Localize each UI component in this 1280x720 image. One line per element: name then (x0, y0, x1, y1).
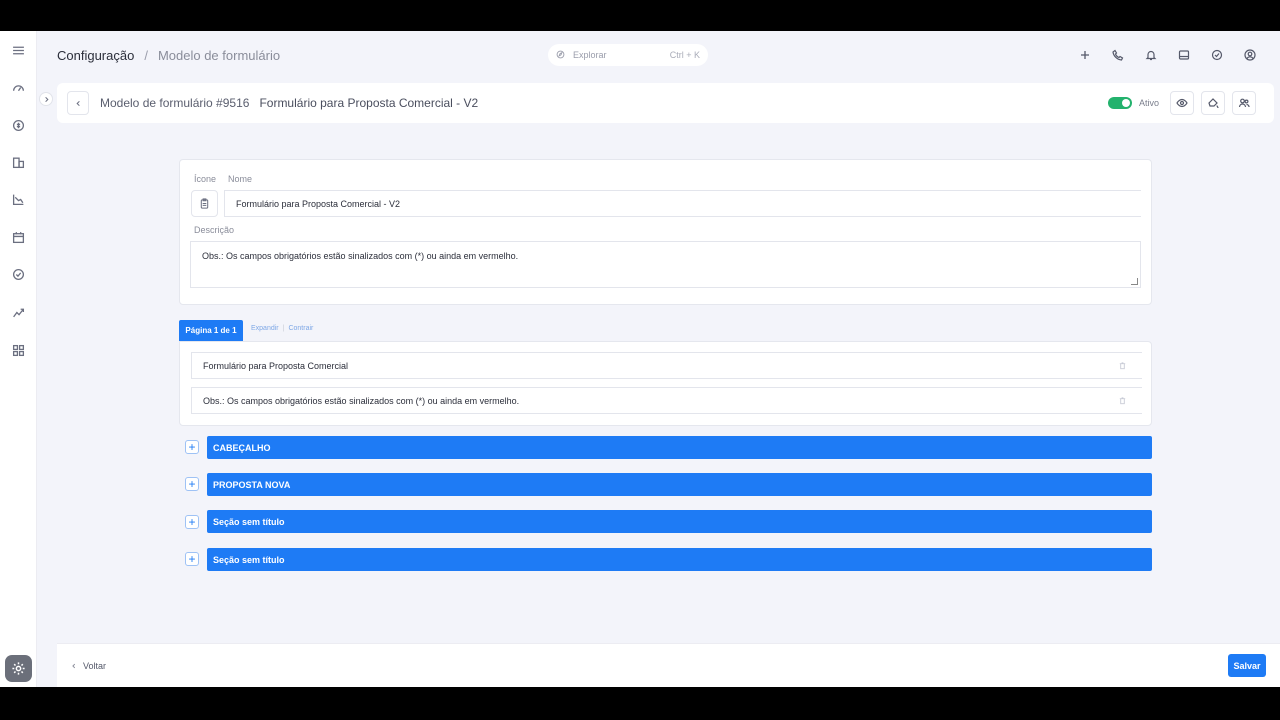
building-icon[interactable] (9, 153, 27, 171)
expand-link[interactable]: Expandir (251, 325, 279, 332)
chart-icon[interactable] (9, 190, 27, 208)
apps-icon[interactable] (9, 341, 27, 359)
form-name-title: Formulário para Proposta Comercial - V2 (259, 96, 479, 110)
form-header: Modelo de formulário #9516 Formulário pa… (57, 83, 1274, 123)
page-description-text: Obs.: Os campos obrigatórios estão sinal… (203, 395, 520, 406)
description-label: Descrição (194, 225, 235, 235)
expand-section-icon[interactable]: + (185, 552, 199, 566)
search-shortcut: Ctrl + K (669, 50, 700, 60)
menu-icon[interactable] (9, 41, 27, 59)
tab-page-1[interactable]: Página 1 de 1 (179, 320, 243, 341)
breadcrumb-root[interactable]: Configuração (57, 48, 134, 63)
section-bar[interactable]: Seção sem título (207, 510, 1152, 533)
header-back-button[interactable] (67, 91, 89, 115)
clipboard-icon (200, 198, 209, 209)
search-input[interactable]: Explorar Ctrl + K (548, 44, 708, 66)
header-title: Modelo de formulário #9516 Formulário pa… (100, 96, 478, 110)
name-label: Nome (228, 174, 253, 184)
page-description-item[interactable]: Obs.: Os campos obrigatórios estão sinal… (191, 387, 1142, 414)
trash-icon[interactable] (1118, 396, 1128, 406)
model-label: Modelo de formulário #9516 (100, 96, 250, 110)
users-icon (1238, 98, 1250, 108)
plus-icon[interactable] (1077, 47, 1093, 63)
active-toggle[interactable] (1108, 97, 1132, 109)
description-field[interactable]: Obs.: Os campos obrigatórios estão sinal… (190, 241, 1141, 288)
eye-icon (1176, 98, 1188, 108)
expand-section-icon[interactable]: + (185, 515, 199, 529)
description-text: Obs.: Os campos obrigatórios estão sinal… (202, 251, 519, 261)
chevron-left-icon (75, 100, 80, 106)
page-content-card: Formulário para Proposta Comercial Obs.:… (179, 341, 1152, 426)
phone-icon[interactable] (1110, 47, 1126, 63)
page-title-text: Formulário para Proposta Comercial (203, 360, 349, 371)
save-button[interactable]: Salvar (1228, 654, 1266, 677)
sidebar-expand-icon[interactable] (39, 92, 53, 106)
form-icon-picker[interactable] (191, 190, 218, 217)
topbar-actions (1077, 47, 1258, 63)
inbox-icon[interactable] (1176, 47, 1192, 63)
section-bar[interactable]: PROPOSTA NOVA (207, 473, 1152, 496)
name-field[interactable]: Formulário para Proposta Comercial - V2 (224, 190, 1141, 217)
collapse-link[interactable]: Contrair (288, 325, 313, 332)
icon-label: Ícone (194, 174, 217, 184)
check-icon[interactable] (1209, 47, 1225, 63)
trash-icon[interactable] (1118, 361, 1128, 371)
app-window: Configuração / Modelo de formulário Expl… (0, 31, 1280, 687)
finance-icon[interactable] (9, 116, 27, 134)
resize-handle[interactable] (1131, 278, 1138, 285)
footer-bar: Voltar Salvar (57, 643, 1280, 687)
style-button[interactable] (1201, 91, 1225, 115)
page-tab-links: Expandir | Contrair (251, 325, 313, 332)
trend-icon[interactable] (9, 303, 27, 321)
breadcrumb-separator: / (144, 48, 148, 63)
tab-link-divider: | (282, 325, 285, 332)
section-bar[interactable]: Seção sem título (207, 548, 1152, 571)
form-info-card: Ícone Nome Formulário para Proposta Come… (179, 159, 1152, 305)
preview-button[interactable] (1170, 91, 1194, 115)
dashboard-icon[interactable] (9, 78, 27, 96)
back-link-label: Voltar (83, 661, 107, 671)
permissions-button[interactable] (1232, 91, 1256, 115)
search-placeholder: Explorar (573, 50, 607, 60)
user-avatar-icon[interactable] (1242, 47, 1258, 63)
page-title-item[interactable]: Formulário para Proposta Comercial (191, 352, 1142, 379)
active-toggle-label: Ativo (1139, 98, 1160, 108)
check-circle-icon[interactable] (9, 265, 27, 283)
sidebar (0, 31, 37, 687)
expand-section-icon[interactable]: + (185, 477, 199, 491)
gear-icon[interactable] (5, 655, 32, 682)
chevron-left-icon (72, 663, 76, 669)
breadcrumb-current: Modelo de formulário (157, 48, 281, 63)
paint-bucket-icon (1208, 98, 1219, 109)
calendar-icon[interactable] (9, 228, 27, 246)
breadcrumb: Configuração / Modelo de formulário (57, 48, 280, 63)
bell-icon[interactable] (1143, 47, 1159, 63)
section-bar[interactable]: CABEÇALHO (207, 436, 1152, 459)
expand-section-icon[interactable]: + (185, 440, 199, 454)
search-icon (556, 50, 565, 61)
back-link[interactable]: Voltar (71, 661, 106, 671)
